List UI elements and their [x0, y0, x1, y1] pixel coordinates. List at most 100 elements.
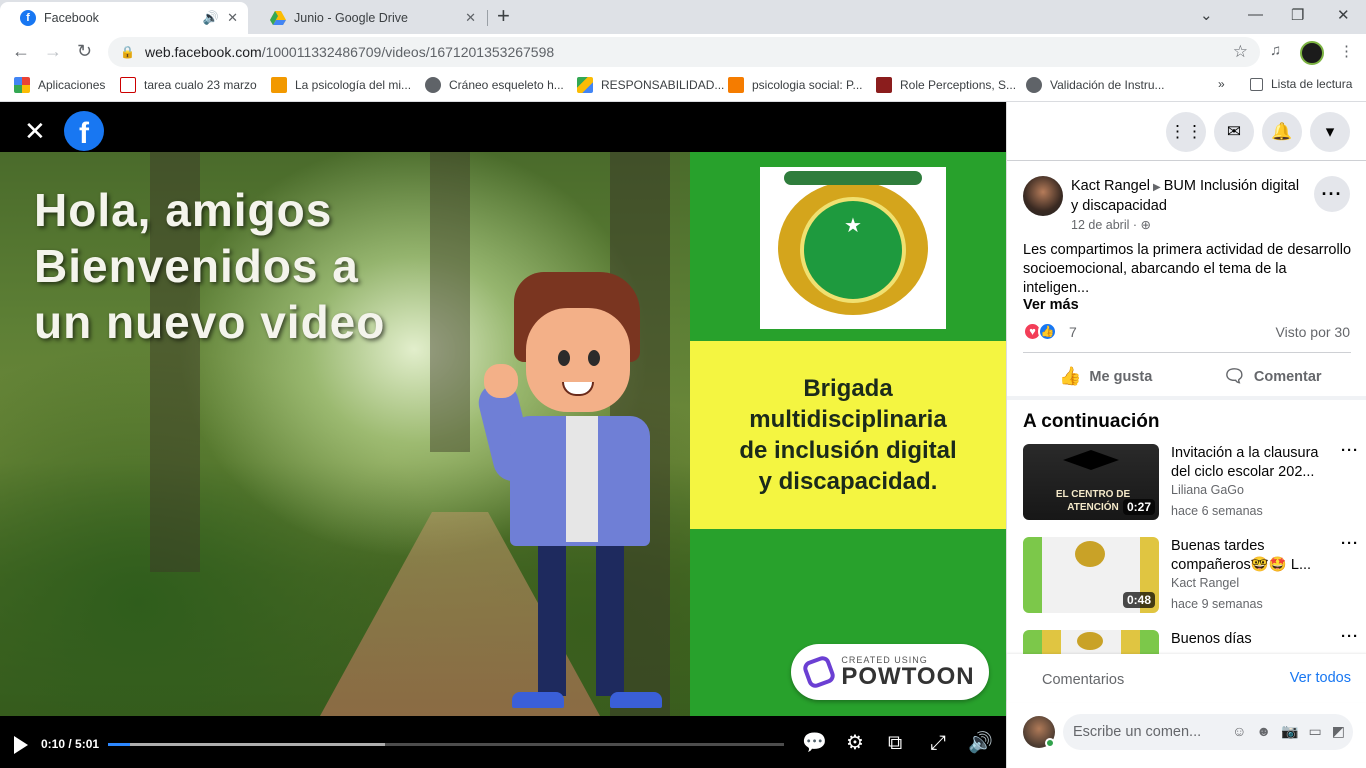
like-label: Me gusta — [1089, 368, 1153, 385]
tab-facebook[interactable]: f Facebook 🔊 ✕ — [0, 2, 248, 34]
post-date-text: 12 de abril · — [1071, 218, 1138, 232]
notifications-bell-icon[interactable]: 🔔 — [1262, 112, 1302, 152]
character-face — [526, 308, 630, 412]
green-panel: ★ Brigada multidisciplinaria de inclusió… — [690, 152, 1006, 716]
character-eye — [588, 350, 600, 366]
camera-icon[interactable]: 📷 — [1281, 723, 1298, 740]
post-date[interactable]: 12 de abril · ⊕ — [1071, 217, 1151, 232]
powtoon-brand-text: POWTOON — [841, 662, 975, 690]
comment-tools: ☺ ☻ 📷 ▭ ◩ — [1232, 723, 1345, 740]
video-thumbnail[interactable]: 0:48 — [1023, 537, 1159, 613]
bookmark-item[interactable]: RESPONSABILIDAD... — [577, 77, 724, 93]
facebook-logo-icon[interactable]: f — [64, 111, 104, 151]
close-viewer-icon[interactable]: ✕ — [24, 118, 46, 144]
bookmark-star-icon[interactable]: ☆ — [1233, 42, 1248, 62]
close-tab-icon[interactable]: ✕ — [465, 10, 476, 26]
greeting-text: Hola, amigos Bienvenidos a un nuevo vide… — [34, 182, 385, 350]
back-button[interactable]: ← — [12, 40, 30, 62]
bookmark-item[interactable]: psicologia social: P... — [728, 77, 863, 93]
bookmark-item[interactable]: Role Perceptions, S... — [876, 77, 1016, 93]
comments-header: Comentarios Ver todos — [1007, 654, 1366, 702]
avatar-sticker-icon[interactable]: ☺ — [1232, 723, 1246, 740]
see-all-link[interactable]: Ver todos — [1290, 670, 1351, 686]
duration-badge: 0:27 — [1122, 499, 1155, 515]
play-icon[interactable] — [14, 736, 28, 754]
video-thumbnail[interactable]: EL CENTRO DE ATENCIÓN 0:27 — [1023, 444, 1159, 520]
picture-in-picture-icon[interactable]: ⧉ — [888, 732, 902, 754]
more-options-icon[interactable]: ··· — [1341, 535, 1359, 552]
see-more-link[interactable]: Ver más — [1023, 297, 1079, 313]
thumbs-up-icon: 👍 — [1059, 366, 1082, 386]
address-bar[interactable]: 🔒 web.facebook.com/100011332486709/video… — [108, 37, 1260, 67]
page-icon — [120, 77, 136, 93]
greeting-line: un nuevo video — [34, 296, 386, 348]
bookmark-item[interactable]: Validación de Instru... — [1026, 77, 1165, 93]
character-mouth — [562, 382, 594, 396]
author-name[interactable]: Kact Rangel — [1071, 178, 1150, 194]
google-drive-icon — [577, 77, 593, 93]
post-options-button[interactable]: ··· — [1314, 176, 1350, 212]
browser-menu-icon[interactable]: ⋮ — [1339, 42, 1354, 60]
captions-icon[interactable]: 💬 — [802, 732, 827, 754]
bookmark-label: Cráneo esqueleto h... — [449, 78, 564, 92]
up-next-title[interactable]: Buenos días — [1171, 630, 1331, 649]
bookmark-item[interactable]: tarea cualo 23 marzo — [120, 77, 257, 93]
comment-button[interactable]: 🗨 Comentar — [1223, 366, 1322, 387]
progress-bar[interactable] — [108, 743, 784, 746]
up-next-author[interactable]: Kact Rangel — [1171, 576, 1239, 590]
account-dropdown-icon[interactable]: ▾ — [1310, 112, 1350, 152]
progress-fill — [108, 743, 131, 746]
messenger-icon[interactable]: ✉ — [1214, 112, 1254, 152]
brigade-banner: Brigada multidisciplinaria de inclusión … — [690, 341, 1006, 529]
comment-input[interactable]: Escribe un comen... ☺ ☻ 📷 ▭ ◩ — [1063, 714, 1353, 750]
emoji-icon[interactable]: ☻ — [1256, 723, 1271, 740]
volume-icon[interactable]: 🔊 — [968, 732, 993, 754]
gif-icon[interactable]: ▭ — [1309, 723, 1322, 740]
bookmark-item[interactable]: La psicología del mi... — [271, 77, 411, 93]
more-bookmarks-button[interactable]: » — [1218, 77, 1225, 91]
bookmark-apps[interactable]: Aplicaciones — [14, 77, 105, 93]
cartoon-character — [474, 272, 686, 716]
up-next-title: A continuación — [1023, 411, 1160, 432]
more-options-icon[interactable]: ··· — [1341, 630, 1359, 645]
more-options-icon[interactable]: ··· — [1341, 442, 1359, 459]
lock-icon[interactable]: 🔒 — [120, 45, 135, 59]
reading-list-button[interactable]: Lista de lectura — [1250, 77, 1352, 91]
author-avatar[interactable] — [1023, 176, 1063, 216]
close-tab-icon[interactable]: ✕ — [227, 10, 238, 26]
forward-button[interactable]: → — [44, 40, 62, 62]
url-path: /100011332486709/videos/1671201353267598 — [261, 44, 555, 60]
up-next-item[interactable]: 0:48 Buenas tardes compañeros🤓🤩 L... Kac… — [1023, 535, 1359, 615]
bookmark-label: tarea cualo 23 marzo — [144, 78, 257, 92]
fullscreen-icon[interactable]: ⤢ — [930, 732, 946, 754]
post-header: Kact Rangel ▶ BUM Inclusión digital y disc… — [1071, 177, 1301, 216]
profile-avatar[interactable] — [1300, 41, 1324, 65]
speech-bubble-icon: 🗨 — [1223, 366, 1246, 386]
reaction-icons[interactable]: ♥ 👍 — [1023, 322, 1057, 341]
menu-grid-icon[interactable]: ⋮⋮ — [1166, 112, 1206, 152]
bookmark-item[interactable]: Cráneo esqueleto h... — [425, 77, 564, 93]
up-next-item[interactable]: EL CENTRO DE ATENCIÓN 0:27 Invitación a … — [1023, 442, 1359, 522]
bookmark-label: Aplicaciones — [38, 78, 106, 92]
speaker-icon[interactable]: 🔊 — [203, 10, 219, 26]
media-control-icon[interactable]: ♫ — [1270, 42, 1281, 59]
restore-button[interactable]: ❐ — [1291, 6, 1304, 24]
minimize-button[interactable]: — — [1248, 6, 1263, 23]
tab-search-icon[interactable]: ⌄ — [1200, 6, 1213, 24]
up-next-title[interactable]: Invitación a la clausura del ciclo escol… — [1171, 444, 1331, 482]
up-next-title[interactable]: Buenas tardes compañeros🤓🤩 L... — [1171, 537, 1331, 575]
sticker-icon[interactable]: ◩ — [1332, 723, 1345, 740]
settings-gear-icon[interactable]: ⚙ — [846, 732, 864, 754]
reaction-count[interactable]: 7 — [1069, 324, 1077, 340]
new-tab-button[interactable]: + — [497, 5, 510, 27]
video-frame[interactable]: Hola, amigos Bienvenidos a un nuevo vide… — [0, 152, 1006, 716]
video-thumbnail[interactable] — [1023, 630, 1159, 654]
reload-button[interactable]: ↻ — [77, 40, 92, 62]
up-next-item[interactable]: Buenos días ··· — [1023, 630, 1359, 654]
close-window-button[interactable]: ✕ — [1337, 6, 1350, 24]
like-button[interactable]: 👍 Me gusta — [1059, 366, 1152, 387]
reading-list-icon — [1250, 77, 1263, 91]
graduation-cap-icon — [1063, 450, 1119, 470]
tab-google-drive[interactable]: Junio - Google Drive ✕ — [250, 2, 486, 34]
up-next-author[interactable]: Liliana GaGo — [1171, 483, 1244, 497]
